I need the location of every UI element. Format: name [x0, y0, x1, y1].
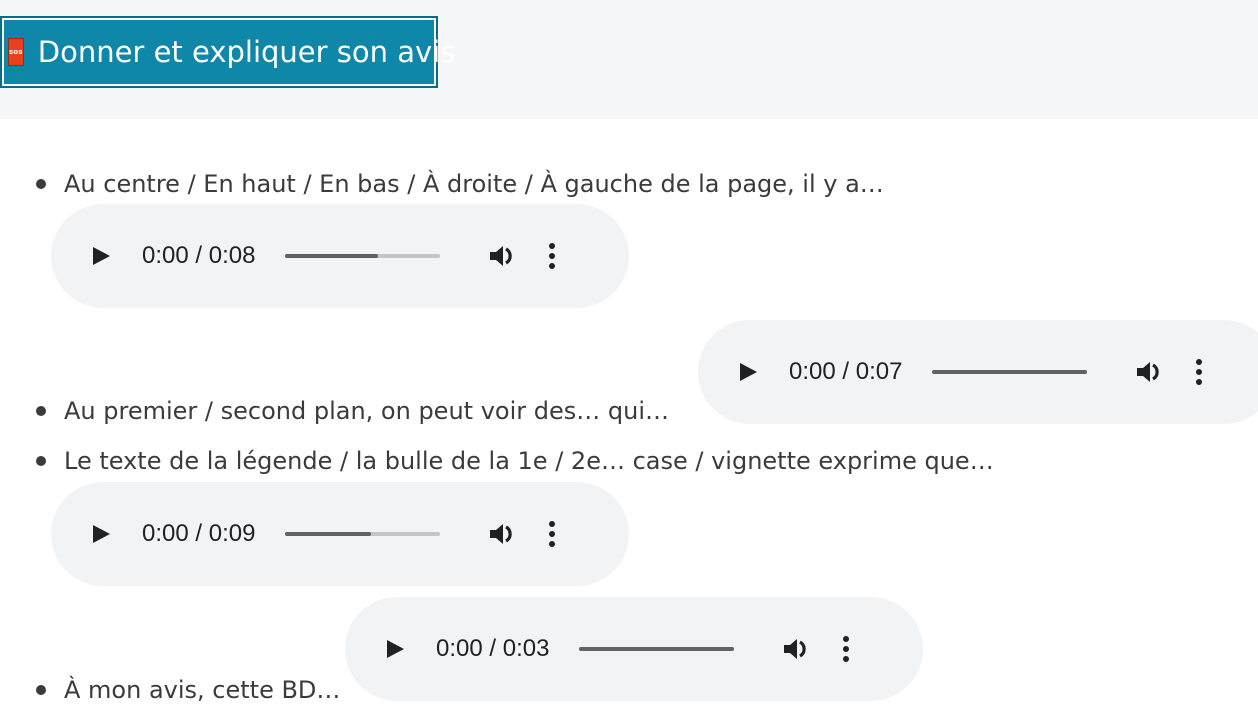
audio-player[interactable]: 0:00 / 0:09	[51, 482, 629, 586]
bullet-icon	[36, 685, 46, 695]
volume-icon[interactable]	[486, 240, 518, 272]
list-item: Au centre / En haut / En bas / À droite …	[0, 166, 884, 202]
play-icon[interactable]	[93, 525, 110, 543]
progress-buffered	[932, 370, 1088, 374]
time-display: 0:00 / 0:09	[142, 520, 256, 547]
list-item: Au premier / second plan, on peut voir d…	[0, 393, 669, 429]
sos-icon: sos	[8, 38, 24, 66]
more-vertical-icon[interactable]	[548, 242, 556, 270]
audio-player[interactable]: 0:00 / 0:03	[345, 597, 923, 701]
volume-icon[interactable]	[486, 518, 518, 550]
time-display: 0:00 / 0:08	[142, 242, 256, 269]
progress-slider[interactable]	[579, 647, 735, 651]
list-item: Le texte de la légende / la bulle de la …	[0, 443, 994, 479]
progress-buffered	[579, 647, 735, 651]
more-vertical-icon[interactable]	[1195, 358, 1203, 386]
play-icon[interactable]	[387, 640, 404, 658]
list-item: À mon avis, cette BD…	[0, 672, 340, 708]
progress-buffered	[285, 532, 371, 536]
volume-icon[interactable]	[1133, 356, 1165, 388]
list-item-text: À mon avis, cette BD…	[64, 676, 341, 704]
audio-player[interactable]: 0:00 / 0:07	[698, 320, 1258, 424]
progress-slider[interactable]	[932, 370, 1088, 374]
list-item-text: Au centre / En haut / En bas / À droite …	[64, 170, 884, 198]
play-icon[interactable]	[740, 363, 757, 381]
list-item-text: Au premier / second plan, on peut voir d…	[64, 397, 669, 425]
bullet-icon	[36, 406, 46, 416]
progress-slider[interactable]	[285, 532, 441, 536]
progress-buffered	[285, 254, 379, 258]
volume-icon[interactable]	[780, 633, 812, 665]
time-display: 0:00 / 0:07	[789, 358, 903, 385]
progress-slider[interactable]	[285, 254, 441, 258]
play-icon[interactable]	[93, 247, 110, 265]
bullet-icon	[36, 179, 46, 189]
audio-player[interactable]: 0:00 / 0:08	[51, 204, 629, 308]
more-vertical-icon[interactable]	[842, 635, 850, 663]
section-title: Donner et expliquer son avis	[37, 35, 456, 69]
list-item-text: Le texte de la légende / la bulle de la …	[64, 447, 994, 475]
time-display: 0:00 / 0:03	[436, 635, 550, 662]
more-vertical-icon[interactable]	[548, 520, 556, 548]
section-title-button[interactable]: sos Donner et expliquer son avis	[0, 16, 455, 88]
bullet-icon	[36, 456, 46, 466]
